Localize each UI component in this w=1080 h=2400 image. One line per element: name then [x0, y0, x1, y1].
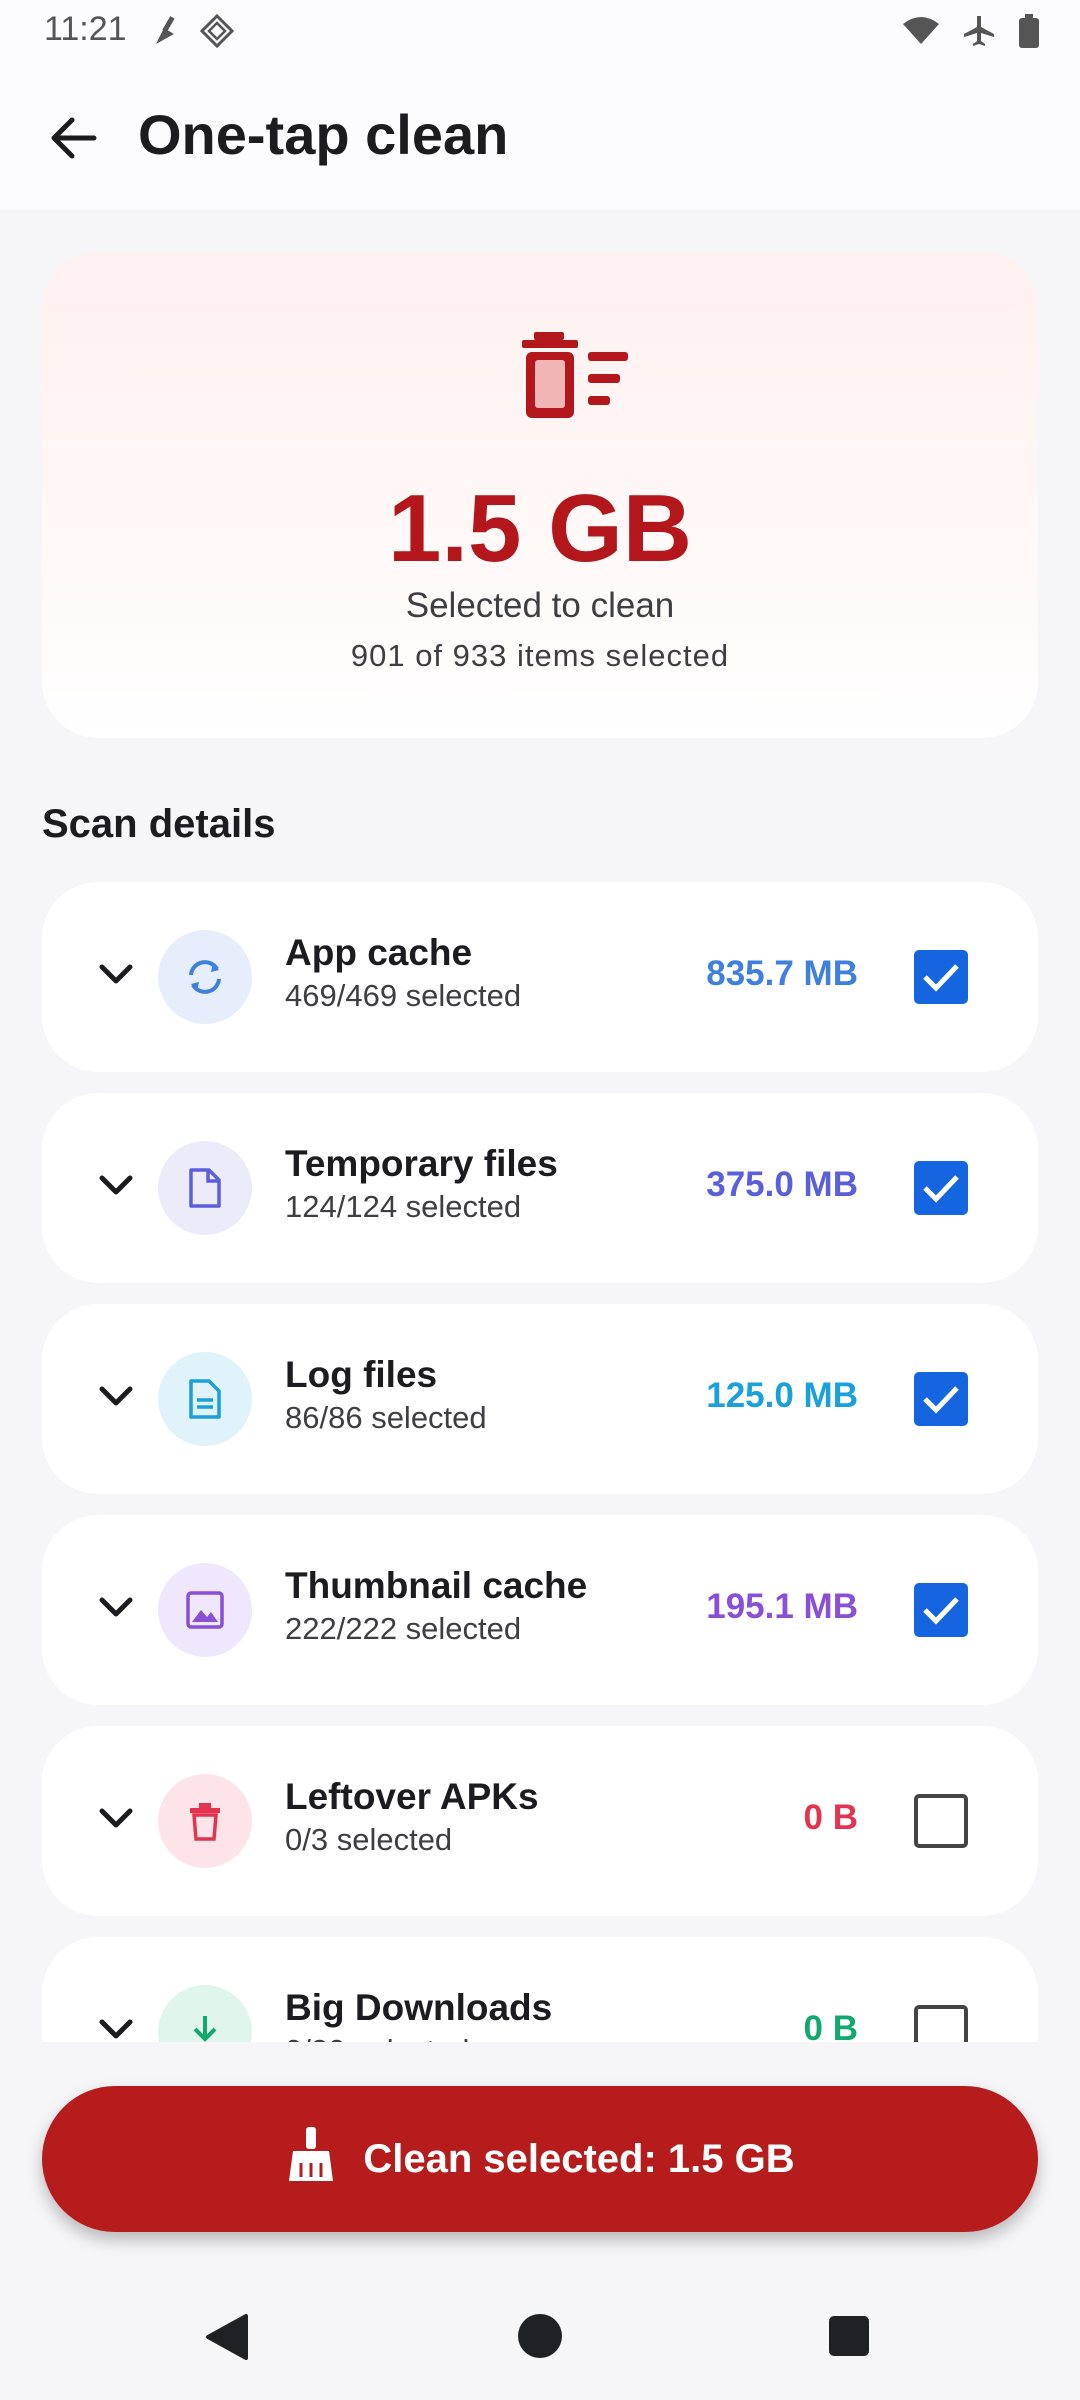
selected-size: 1.5 GB [387, 475, 693, 582]
chevron-down-icon[interactable] [86, 1366, 146, 1426]
category-checkbox[interactable] [914, 2005, 968, 2042]
category-name: Log files [285, 1354, 438, 1395]
file-icon [158, 1141, 252, 1235]
broom-icon [285, 2125, 337, 2193]
chevron-down-icon[interactable] [86, 1788, 146, 1848]
diamond-app-icon [199, 13, 235, 53]
category-row-temporary-files[interactable]: Temporary files 124/124 selected 375.0 M… [42, 1093, 1038, 1283]
battery-icon [1018, 14, 1040, 53]
category-row-thumbnail-cache[interactable]: Thumbnail cache 222/222 selected 195.1 M… [42, 1515, 1038, 1705]
status-time: 11:21 [44, 10, 127, 48]
category-row-app-cache[interactable]: App cache 469/469 selected 835.7 MB [42, 882, 1038, 1072]
nav-home-icon[interactable] [518, 2314, 562, 2358]
chevron-down-icon[interactable] [86, 1577, 146, 1637]
category-row-big-downloads[interactable]: Big Downloads 0/20 selected 0 B [42, 1937, 1038, 2042]
nav-back-icon[interactable] [204, 2312, 250, 2367]
category-name: App cache [285, 932, 473, 973]
scan-details-list[interactable]: App cache 469/469 selected 835.7 MB Temp… [0, 880, 1080, 2042]
clean-button-label: Clean selected: 1.5 GB [363, 2136, 795, 2181]
category-name: Thumbnail cache [285, 1565, 588, 1606]
system-nav-bar [0, 2270, 1080, 2400]
chevron-down-icon[interactable] [86, 1999, 146, 2042]
category-selected-count: 469/469 selected [285, 978, 522, 1013]
category-name: Temporary files [285, 1143, 558, 1184]
category-checkbox[interactable] [914, 1372, 968, 1426]
category-size: 125.0 MB [706, 1376, 858, 1415]
summary-card: 1.5 GB Selected to clean 901 of 933 item… [42, 252, 1038, 738]
category-size: 375.0 MB [706, 1165, 858, 1204]
selected-count: 901 of 933 items selected [350, 638, 730, 673]
category-selected-count: 86/86 selected [285, 1400, 487, 1435]
category-name: Big Downloads [285, 1987, 553, 2028]
page-title: One-tap clean [138, 103, 509, 166]
document-icon [158, 1352, 252, 1446]
category-name: Leftover APKs [285, 1776, 539, 1817]
sync-icon [158, 930, 252, 1024]
chevron-down-icon[interactable] [86, 1155, 146, 1215]
category-size: 835.7 MB [706, 954, 858, 993]
chevron-down-icon[interactable] [86, 944, 146, 1004]
category-row-leftover-apks[interactable]: Leftover APKs 0/3 selected 0 B [42, 1726, 1038, 1916]
delete-sweep-icon [522, 332, 632, 432]
category-checkbox[interactable] [914, 1794, 968, 1848]
category-size: 0 B [803, 2009, 858, 2042]
category-selected-count: 222/222 selected [285, 1611, 522, 1646]
category-checkbox[interactable] [914, 1583, 968, 1637]
wifi-icon [902, 16, 940, 51]
category-checkbox[interactable] [914, 1161, 968, 1215]
back-button[interactable] [40, 106, 108, 174]
category-selected-count: 124/124 selected [285, 1189, 522, 1224]
category-size: 195.1 MB [706, 1587, 858, 1626]
arrow-back-icon [50, 116, 98, 165]
section-title: Scan details [42, 802, 276, 846]
category-size: 0 B [803, 1798, 858, 1837]
selected-label: Selected to clean [405, 586, 675, 625]
category-selected-count: 0/3 selected [285, 1822, 453, 1857]
category-selected-count: 0/20 selected [285, 2033, 469, 2042]
trash-icon [158, 1774, 252, 1868]
status-bar: 11:21 [0, 0, 1080, 62]
broom-notification-icon [150, 14, 180, 53]
category-checkbox[interactable] [914, 950, 968, 1004]
clean-selected-button[interactable]: Clean selected: 1.5 GB [42, 2086, 1038, 2232]
image-icon [158, 1563, 252, 1657]
app-bar: One-tap clean [0, 62, 1080, 210]
download-icon [158, 1985, 252, 2042]
nav-recents-icon[interactable] [829, 2316, 869, 2356]
category-row-log-files[interactable]: Log files 86/86 selected 125.0 MB [42, 1304, 1038, 1494]
airplane-mode-icon [962, 14, 996, 53]
